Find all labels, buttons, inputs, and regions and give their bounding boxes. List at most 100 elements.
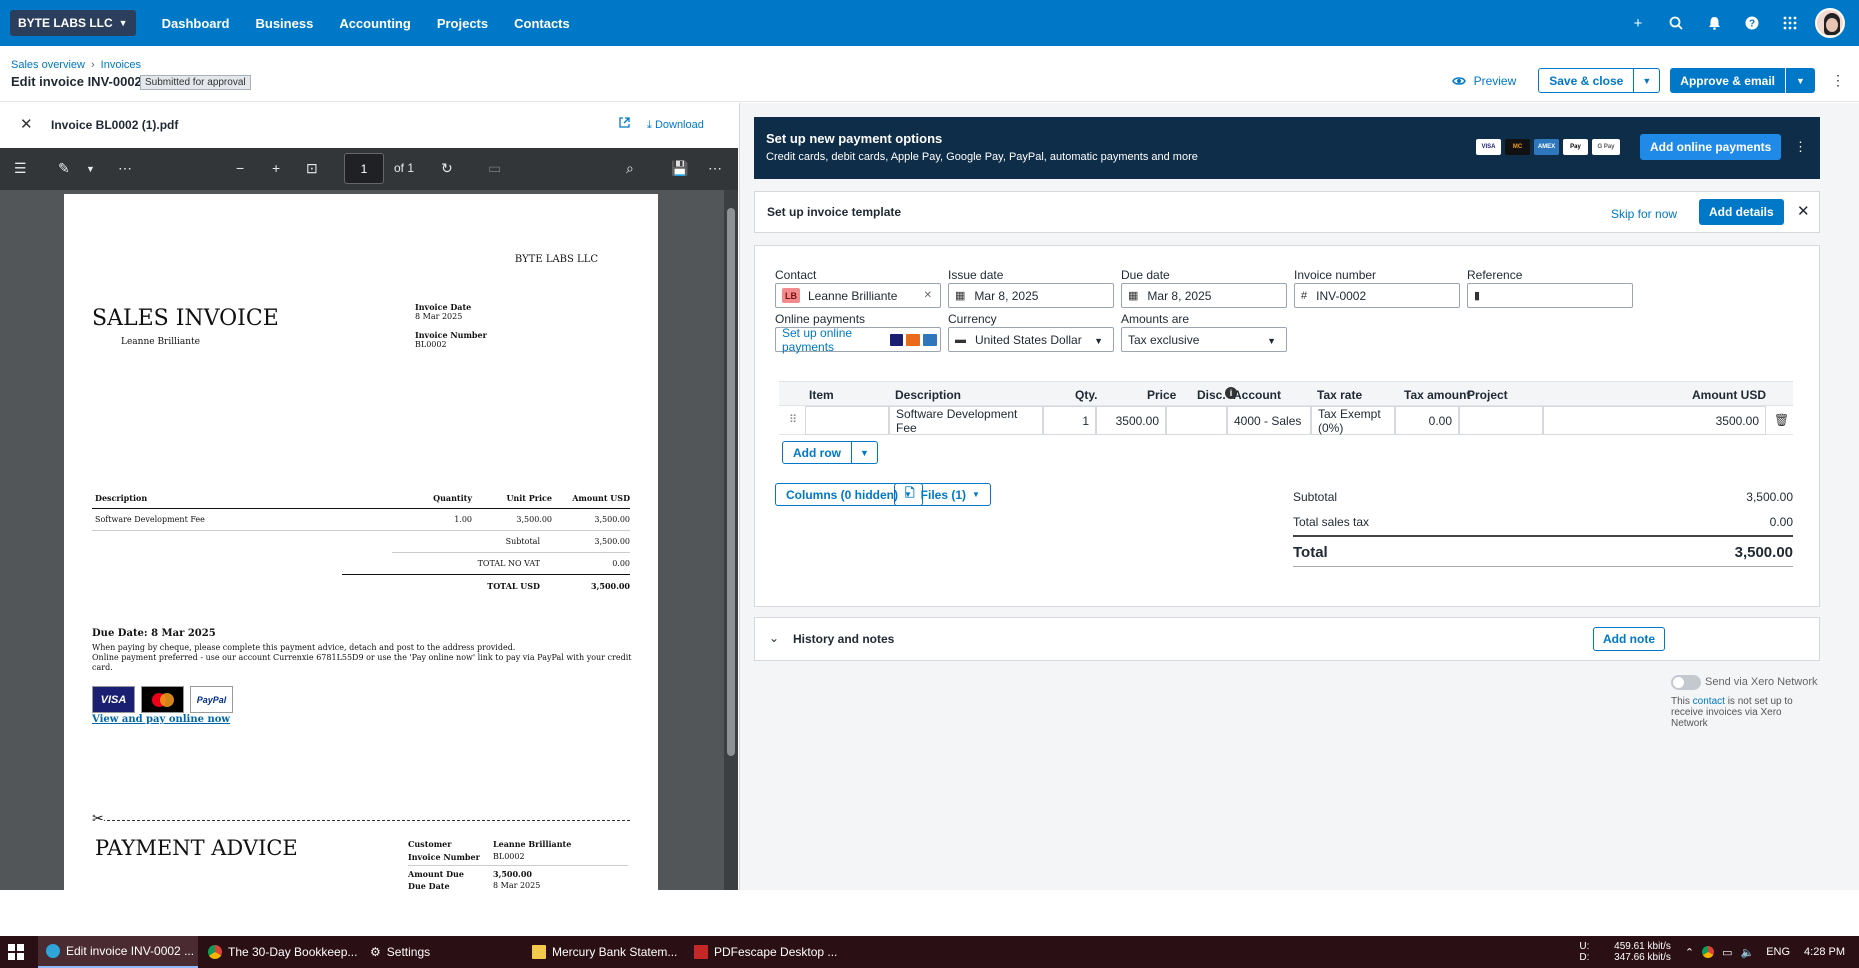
approve-options-dropdown[interactable]: ▼ xyxy=(1785,68,1815,93)
currency-select[interactable]: ▬ United States Dollar ▼ xyxy=(948,327,1114,352)
skip-for-now-link[interactable]: Skip for now xyxy=(1611,207,1677,221)
more-options-icon[interactable]: ⋯ xyxy=(708,160,722,177)
approve-email-button[interactable]: Approve & email xyxy=(1670,68,1785,93)
document-icon xyxy=(532,945,546,959)
project-cell[interactable] xyxy=(1459,406,1543,435)
price-cell[interactable]: 3500.00 xyxy=(1096,406,1166,435)
calendar-icon: ▦ xyxy=(955,290,966,302)
add-details-button[interactable]: Add details xyxy=(1699,199,1784,225)
preview-button[interactable]: Preview xyxy=(1451,73,1516,89)
taskbar-app-chrome[interactable]: The 30-Day Bookkeep... xyxy=(200,936,360,968)
issue-date-label: Issue date xyxy=(948,268,1004,282)
network-icon[interactable]: ▭ xyxy=(1722,946,1732,959)
add-row-dropdown[interactable]: ▼ xyxy=(852,441,878,464)
download-button[interactable]: ⤓ Download xyxy=(647,119,704,132)
amounts-are-select[interactable]: Tax exclusive ▼ xyxy=(1121,327,1287,352)
search-icon[interactable]: ⌕ xyxy=(626,160,634,177)
volume-icon[interactable]: 🔈 xyxy=(1740,946,1754,959)
language-indicator[interactable]: ENG xyxy=(1766,946,1790,958)
add-online-payments-button[interactable]: Add online payments xyxy=(1640,134,1782,160)
discount-cell[interactable] xyxy=(1166,406,1227,435)
setup-online-payments-link[interactable]: Set up online payments xyxy=(782,326,884,354)
files-button[interactable]: 🗋 Files (1) ▼ xyxy=(894,483,991,506)
contact-field[interactable]: LB Leanne Brilliante ✕ xyxy=(775,283,941,308)
pdf-scrollbar-thumb[interactable] xyxy=(727,208,735,756)
file-icon: 🗋 xyxy=(905,486,915,500)
more-options-icon[interactable]: ⋮ xyxy=(1794,139,1807,155)
organisation-menu-button[interactable]: BYTE LABS LLC ▼ xyxy=(10,10,136,36)
xero-network-toggle[interactable] xyxy=(1671,675,1701,690)
history-notes-panel[interactable]: ⌄ History and notes Add note xyxy=(754,617,1820,661)
pay-online-link[interactable]: View and pay online now xyxy=(92,714,230,725)
apps-grid-icon[interactable] xyxy=(1771,0,1809,46)
chrome-tray-icon[interactable] xyxy=(1702,946,1715,958)
page-number-input[interactable]: 1 xyxy=(344,153,384,184)
online-payments-field[interactable]: Set up online payments xyxy=(775,326,941,354)
contact-link[interactable]: contact xyxy=(1693,696,1725,707)
pdf-scrollbar[interactable] xyxy=(724,190,738,890)
outline-icon[interactable]: ☰ xyxy=(14,160,27,177)
pdf-viewport[interactable]: BYTE LABS LLC SALES INVOICE Leanne Brill… xyxy=(0,190,738,890)
help-icon[interactable]: ? xyxy=(1733,0,1771,46)
two-page-icon: ▭ xyxy=(488,160,502,176)
save-icon[interactable]: 💾 xyxy=(671,160,688,177)
chevron-down-icon[interactable]: ⌄ xyxy=(769,631,779,645)
plus-icon[interactable]: + xyxy=(1619,0,1657,46)
more-tools-icon[interactable]: ⋯ xyxy=(118,160,132,177)
pdf-advice-due-date-value: 8 Mar 2025 xyxy=(493,881,541,890)
chevron-up-icon[interactable]: ⌃ xyxy=(1685,946,1694,959)
scissors-icon: ✂ xyxy=(92,811,104,827)
issue-date-field[interactable]: ▦ Mar 8, 2025 xyxy=(948,283,1114,308)
taskbar-app-edge[interactable]: Edit invoice INV-0002 ... xyxy=(38,936,198,968)
reference-field[interactable]: ▮ xyxy=(1467,283,1633,308)
due-date-field[interactable]: ▦ Mar 8, 2025 xyxy=(1121,283,1287,308)
editor-scrollbar[interactable] xyxy=(1845,103,1859,890)
nav-accounting[interactable]: Accounting xyxy=(339,16,411,31)
open-external-icon[interactable] xyxy=(619,117,630,131)
zoom-in-icon[interactable]: + xyxy=(272,160,280,176)
close-icon[interactable]: ✕ xyxy=(1797,202,1810,220)
add-note-button[interactable]: Add note xyxy=(1593,627,1665,651)
breadcrumb-sales-overview[interactable]: Sales overview xyxy=(11,59,85,71)
pdf-invoice-number-value: BL0002 xyxy=(415,340,447,349)
rotate-icon[interactable]: ↻ xyxy=(441,160,453,177)
windows-start-icon[interactable] xyxy=(8,944,24,960)
more-options-icon[interactable]: ⋮ xyxy=(1831,72,1845,89)
save-close-button[interactable]: Save & close xyxy=(1538,68,1635,93)
nav-contacts[interactable]: Contacts xyxy=(514,16,570,31)
taskbar-app-mercury[interactable]: Mercury Bank Statem... xyxy=(524,936,684,968)
pdf-invoice-number: Invoice Number BL0002 xyxy=(415,330,487,349)
qty-cell[interactable]: 1 xyxy=(1043,406,1096,435)
clear-icon[interactable]: ✕ xyxy=(924,290,932,301)
invoice-number-field[interactable]: # INV-0002 xyxy=(1294,283,1460,308)
add-row-button[interactable]: Add row xyxy=(782,441,852,464)
amount-cell[interactable]: 3500.00 xyxy=(1543,406,1766,435)
total-value: 3,500.00 xyxy=(1734,544,1793,561)
close-icon[interactable]: ✕ xyxy=(20,115,33,133)
page-count: of 1 xyxy=(394,161,415,175)
col-item: Item xyxy=(809,388,834,402)
item-cell[interactable] xyxy=(805,406,889,435)
clock[interactable]: 4:28 PM xyxy=(1804,946,1845,958)
chevron-down-icon[interactable]: ▼ xyxy=(86,164,95,174)
description-cell[interactable]: Software Development Fee xyxy=(889,406,1043,435)
nav-business[interactable]: Business xyxy=(256,16,314,31)
search-icon[interactable] xyxy=(1657,0,1695,46)
pdf-client-name: Leanne Brilliante xyxy=(121,337,200,347)
user-avatar[interactable] xyxy=(1815,8,1845,38)
bell-icon[interactable] xyxy=(1695,0,1733,46)
trash-icon[interactable]: 🗑 xyxy=(1774,413,1789,427)
account-cell[interactable]: 4000 - Sales xyxy=(1227,406,1311,435)
zoom-out-icon[interactable]: − xyxy=(236,160,244,176)
breadcrumb-invoices[interactable]: Invoices xyxy=(101,59,141,71)
save-options-dropdown[interactable]: ▼ xyxy=(1634,68,1661,93)
drag-handle-icon[interactable]: ⠿ xyxy=(789,413,797,426)
highlight-icon[interactable]: ✎ xyxy=(58,160,70,177)
nav-projects[interactable]: Projects xyxy=(437,16,488,31)
taskbar-app-pdfescape[interactable]: PDFescape Desktop ... xyxy=(686,936,846,968)
net-up-row: U: 459.61 kbit/s xyxy=(1579,941,1671,952)
nav-dashboard[interactable]: Dashboard xyxy=(162,16,230,31)
fit-page-icon[interactable]: ⊡ xyxy=(306,160,318,177)
taskbar-app-settings[interactable]: ⚙ Settings xyxy=(362,936,522,968)
tax-rate-cell[interactable]: Tax Exempt (0%) xyxy=(1311,406,1395,435)
